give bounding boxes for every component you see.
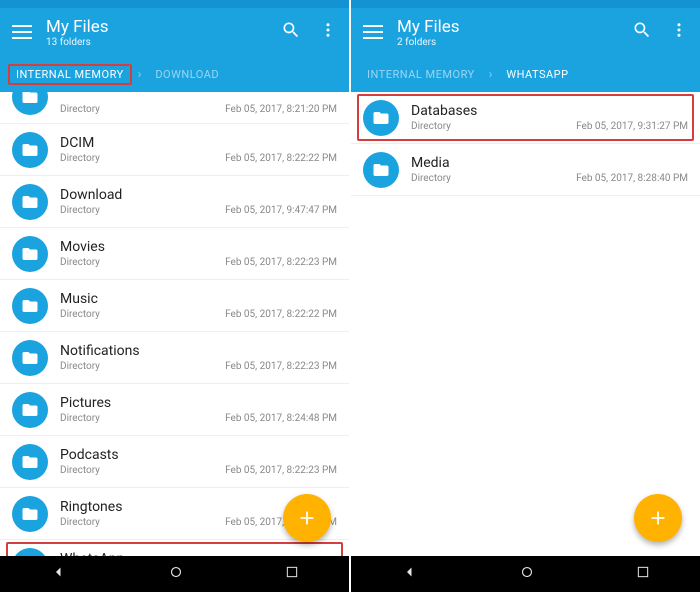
menu-hamburger-icon[interactable] [363, 25, 383, 39]
item-name: Databases [411, 103, 688, 119]
chevron-right-icon: › [138, 67, 142, 81]
screen-right: My Files 2 folders INTERNAL MEMORY › WHA… [351, 0, 700, 592]
item-type: Directory [60, 104, 100, 115]
file-list[interactable]: Databases Directory Feb 05, 2017, 9:31:27 … [351, 92, 700, 556]
app-bar: My Files 13 folders [0, 8, 349, 56]
app-bar: My Files 2 folders [351, 8, 700, 56]
breadcrumb-internal-memory[interactable]: INTERNAL MEMORY [359, 64, 483, 85]
item-name: Pictures [60, 395, 337, 411]
folder-icon [12, 444, 48, 480]
folder-icon [12, 132, 48, 168]
breadcrumb-internal-memory[interactable]: INTERNAL MEMORY [8, 64, 132, 85]
list-item[interactable]: Music Directory Feb 05, 2017, 8:22:22 PM [0, 280, 349, 332]
android-nav-bar [351, 556, 700, 592]
item-name: WhatsApp [60, 551, 337, 556]
item-time: Feb 05, 2017, 8:22:23 PM [225, 361, 337, 372]
screen-left: My Files 13 folders INTERNAL MEMORY › DO… [0, 0, 349, 592]
item-time: Feb 05, 2017, 8:22:23 PM [225, 465, 337, 476]
file-list[interactable]: Directory Feb 05, 2017, 8:21:20 PM DCIM Di… [0, 92, 349, 556]
status-bar [351, 0, 700, 8]
list-item[interactable]: Movies Directory Feb 05, 2017, 8:22:23 PM [0, 228, 349, 280]
item-time: Feb 05, 2017, 8:28:40 PM [576, 173, 688, 184]
list-item-databases[interactable]: Databases Directory Feb 05, 2017, 9:31:27 … [351, 92, 700, 144]
item-time: Feb 05, 2017, 8:22:22 PM [225, 309, 337, 320]
list-item[interactable]: Directory Feb 05, 2017, 8:21:20 PM [0, 92, 349, 124]
overflow-menu-icon[interactable] [319, 21, 337, 43]
item-time: Feb 05, 2017, 9:47:47 PM [225, 205, 337, 216]
nav-recent-icon[interactable] [284, 564, 300, 584]
folder-icon [363, 100, 399, 136]
list-item-whatsapp[interactable]: WhatsAppDirectoryFeb 05, 2017, 9:00:21 P… [0, 540, 349, 556]
fab-add-button[interactable] [634, 494, 682, 542]
item-name: Media [411, 155, 688, 171]
status-bar [0, 0, 349, 8]
breadcrumb-bar: INTERNAL MEMORY › DOWNLOAD [0, 56, 349, 92]
item-type: Directory [60, 413, 100, 424]
list-item[interactable]: Media Directory Feb 05, 2017, 8:28:40 PM [351, 144, 700, 196]
app-title: My Files [397, 17, 632, 37]
item-name: Movies [60, 239, 337, 255]
item-time: Feb 05, 2017, 8:21:20 PM [225, 104, 337, 115]
item-type: Directory [60, 309, 100, 320]
item-type: Directory [60, 205, 100, 216]
item-type: Directory [60, 361, 100, 372]
nav-home-icon[interactable] [518, 563, 536, 585]
item-time: Feb 05, 2017, 8:22:23 PM [225, 257, 337, 268]
list-item[interactable]: Pictures Directory Feb 05, 2017, 8:24:48 P… [0, 384, 349, 436]
app-subtitle: 2 folders [397, 37, 632, 48]
overflow-menu-icon[interactable] [670, 21, 688, 43]
app-subtitle: 13 folders [46, 37, 281, 48]
item-type: Directory [60, 517, 100, 528]
app-title: My Files [46, 17, 281, 37]
item-type: Directory [411, 173, 451, 184]
fab-add-button[interactable] [283, 494, 331, 542]
menu-hamburger-icon[interactable] [12, 25, 32, 39]
nav-home-icon[interactable] [167, 563, 185, 585]
list-item[interactable]: Podcasts Directory Feb 05, 2017, 8:22:23 P… [0, 436, 349, 488]
breadcrumb-download[interactable]: DOWNLOAD [147, 64, 227, 85]
list-item[interactable]: Download Directory Feb 05, 2017, 9:47:47 P… [0, 176, 349, 228]
item-time: Feb 05, 2017, 8:24:48 PM [225, 413, 337, 424]
folder-icon [12, 340, 48, 376]
breadcrumb-bar: INTERNAL MEMORY › WHATSAPP [351, 56, 700, 92]
folder-icon [12, 288, 48, 324]
title-block: My Files 13 folders [46, 17, 281, 48]
title-block: My Files 2 folders [397, 17, 632, 48]
item-time: Feb 05, 2017, 8:22:22 PM [225, 153, 337, 164]
nav-back-icon[interactable] [50, 563, 68, 585]
search-icon[interactable] [281, 20, 301, 44]
chevron-right-icon: › [489, 67, 493, 81]
folder-icon [12, 548, 48, 557]
list-item[interactable]: Notifications Directory Feb 05, 2017, 8:22… [0, 332, 349, 384]
item-name: Notifications [60, 343, 337, 359]
nav-back-icon[interactable] [401, 563, 419, 585]
item-time: Feb 05, 2017, 9:31:27 PM [576, 121, 688, 132]
nav-recent-icon[interactable] [635, 564, 651, 584]
item-type: Directory [411, 121, 451, 132]
folder-icon [363, 152, 399, 188]
item-name: DCIM [60, 135, 337, 151]
item-name: Podcasts [60, 447, 337, 463]
folder-icon [12, 496, 48, 532]
folder-icon [12, 392, 48, 428]
list-item[interactable]: DCIM Directory Feb 05, 2017, 8:22:22 PM [0, 124, 349, 176]
folder-icon [12, 184, 48, 220]
item-type: Directory [60, 153, 100, 164]
folder-icon [12, 92, 48, 115]
breadcrumb-whatsapp[interactable]: WHATSAPP [498, 64, 576, 85]
folder-icon [12, 236, 48, 272]
item-name: Download [60, 187, 337, 203]
search-icon[interactable] [632, 20, 652, 44]
item-type: Directory [60, 465, 100, 476]
item-type: Directory [60, 257, 100, 268]
android-nav-bar [0, 556, 349, 592]
item-name: Music [60, 291, 337, 307]
